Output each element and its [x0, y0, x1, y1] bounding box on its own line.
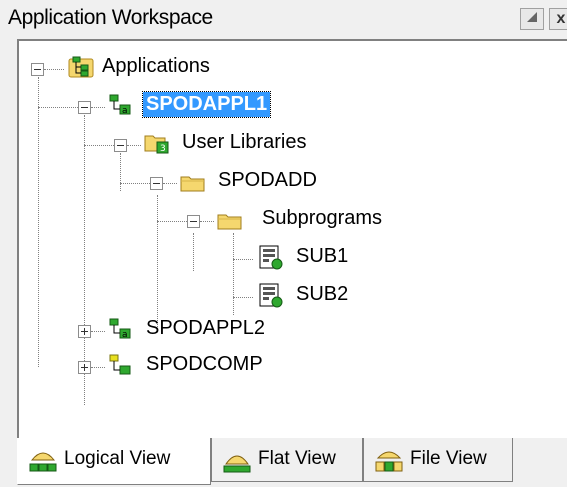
tree-connector: [200, 221, 214, 222]
tree-node-label: SPODAPPL1: [141, 91, 272, 118]
tree-node-label: Subprograms: [262, 207, 383, 229]
logical-view-icon: [28, 446, 58, 474]
tree-connector: [44, 69, 64, 70]
tree-node-label: User Libraries: [182, 131, 307, 153]
tree-connector: [163, 183, 177, 184]
application-icon: a: [107, 317, 135, 341]
tree-connector: [91, 107, 105, 108]
collapse-icon[interactable]: [187, 215, 200, 228]
tree-node-spodcomp[interactable]: SPODCOMP: [19, 349, 339, 383]
tree-connector: [233, 259, 253, 260]
tree-node-spodappl1[interactable]: a SPODAPPL1: [19, 89, 319, 123]
tab-file-view[interactable]: File View: [363, 438, 513, 482]
tab-label: File View: [410, 448, 487, 469]
file-view-icon: [374, 446, 404, 474]
tab-logical-view[interactable]: Logical View: [17, 438, 211, 485]
collapse-icon[interactable]: [31, 63, 44, 76]
tree-node-user-libraries[interactable]: 3 User Libraries: [19, 127, 339, 161]
tab-flat-view[interactable]: Flat View: [211, 438, 363, 482]
tree-connector: [38, 107, 78, 108]
tree-connector: [84, 145, 114, 146]
tree-node-applications[interactable]: Applications: [19, 51, 319, 85]
tree-node-spodappl2[interactable]: a SPODAPPL2: [19, 313, 339, 347]
maximize-button[interactable]: [520, 8, 544, 30]
tree-node-label: SPODAPPL2: [146, 317, 265, 339]
maximize-icon: [526, 10, 538, 27]
svg-text:3: 3: [160, 144, 166, 154]
view-tabs: Logical View Flat View File View: [17, 438, 567, 487]
expand-icon[interactable]: [78, 325, 91, 338]
tree-node-sub1[interactable]: SUB1: [19, 241, 348, 275]
tree-connector: [127, 145, 141, 146]
window-title: Application Workspace: [8, 6, 213, 29]
close-icon: x: [556, 10, 566, 27]
flat-view-icon: [222, 446, 252, 474]
application-icon: a: [107, 93, 135, 117]
close-button[interactable]: x: [549, 8, 567, 30]
compound-application-icon: [107, 353, 135, 377]
tree-connector: [233, 297, 253, 298]
subprograms-folder-icon: [216, 209, 244, 233]
tab-label: Logical View: [64, 448, 171, 469]
tree-node-spodadd[interactable]: SPODADD: [19, 165, 339, 199]
tree-node-sub2[interactable]: SUB2: [19, 279, 348, 313]
tree-node-label: SPODADD: [218, 169, 317, 191]
tree-node-label: SUB1: [296, 245, 349, 267]
tree-connector: [120, 183, 150, 184]
tab-label: Flat View: [258, 448, 336, 469]
tree-node-label: SPODCOMP: [146, 353, 263, 375]
expand-icon[interactable]: [78, 361, 91, 374]
applications-icon: [67, 55, 95, 79]
tree-connector: [91, 331, 105, 332]
tree-connector: [157, 221, 187, 222]
tree-view[interactable]: Applications a SPODAPPL1 3 User Librarie…: [17, 39, 567, 438]
subprogram-object-icon: [257, 245, 285, 270]
svg-text:a: a: [122, 106, 128, 116]
svg-text:a: a: [122, 330, 128, 340]
collapse-icon[interactable]: [78, 101, 91, 114]
collapse-icon[interactable]: [114, 139, 127, 152]
tree-connector: [91, 367, 105, 368]
library-folder-icon: [179, 171, 207, 195]
user-libraries-folder-icon: 3: [143, 131, 171, 155]
tree-node-subprograms[interactable]: Subprograms: [19, 203, 382, 237]
subprogram-object-icon: [257, 283, 285, 308]
title-bar: Application Workspace x: [0, 0, 567, 36]
tree-node-label: SUB2: [296, 283, 349, 305]
tree-node-label: Applications: [102, 55, 210, 77]
collapse-icon[interactable]: [150, 177, 163, 190]
